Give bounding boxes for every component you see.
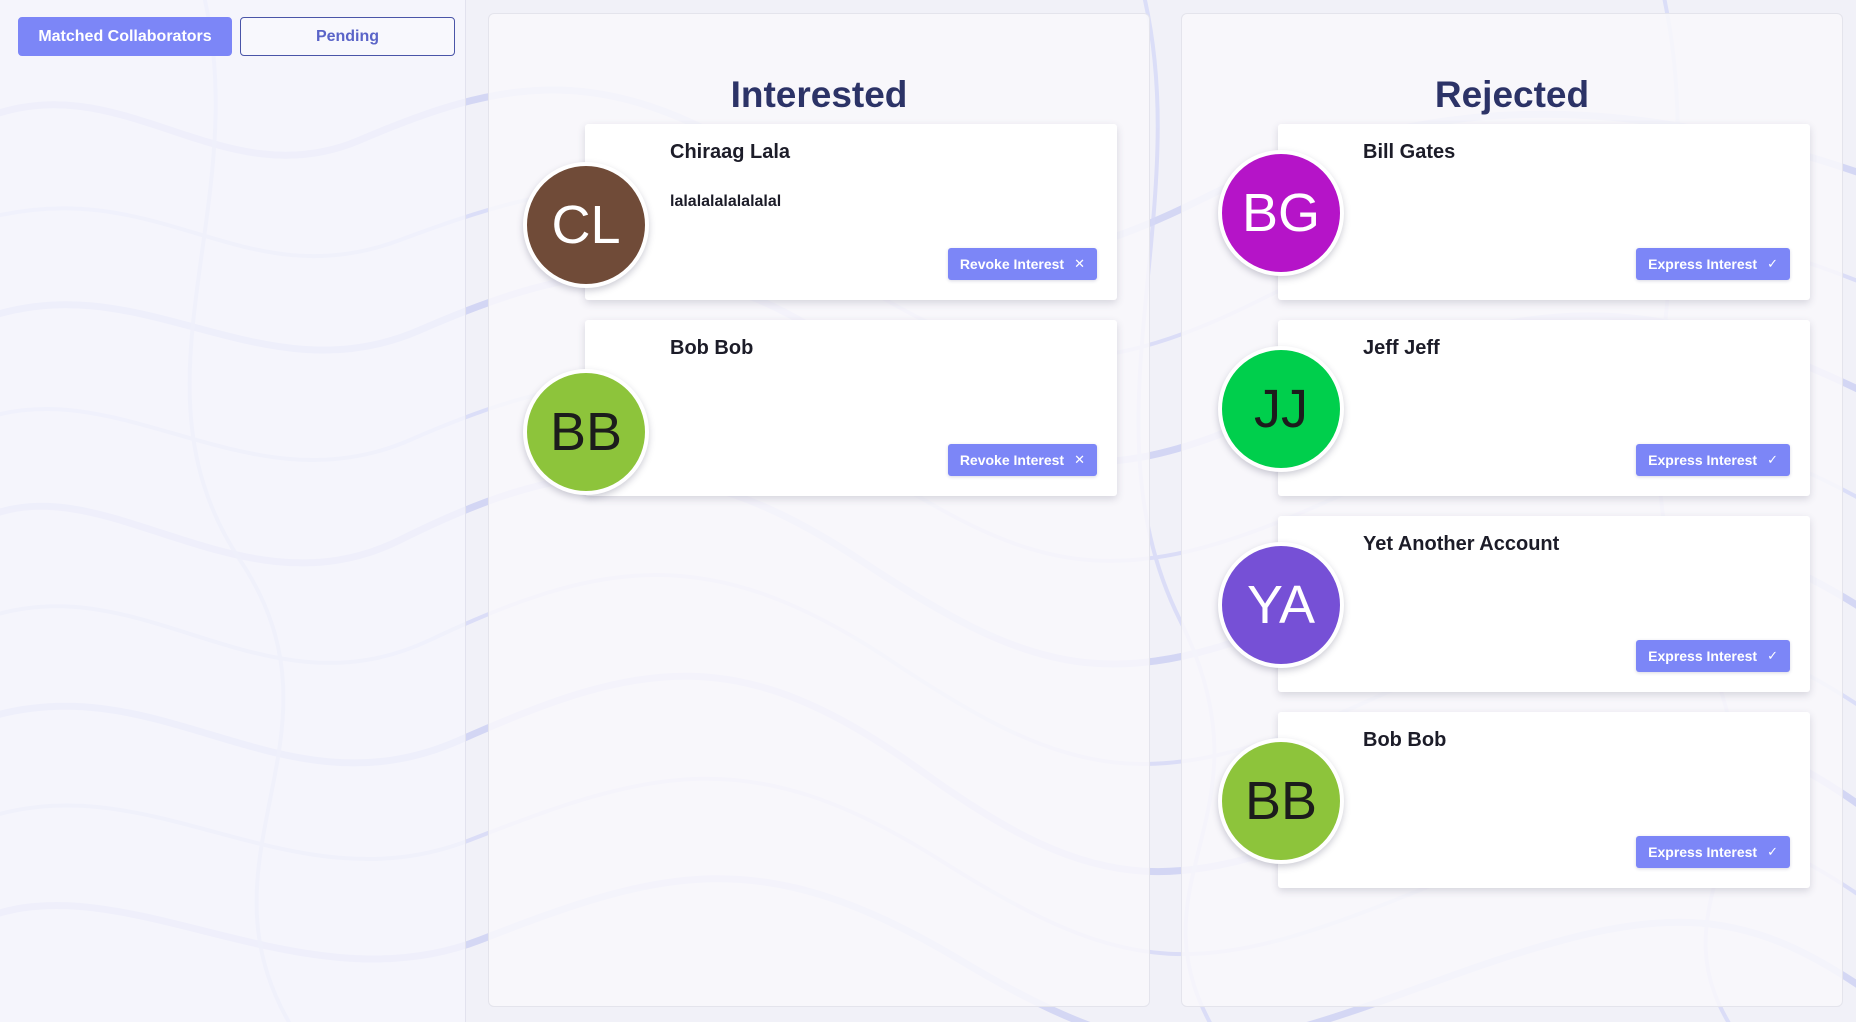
interested-column: Interested Chiraag Lala lalalalalalalala…: [488, 13, 1150, 1007]
collaborator-card: Chiraag Lala lalalalalalalalal Revoke In…: [585, 124, 1117, 300]
express-interest-button[interactable]: Express Interest ✓: [1636, 640, 1790, 672]
collaborator-card: Bob Bob Revoke Interest ✕: [585, 320, 1117, 496]
avatar-initials: YA: [1246, 575, 1316, 635]
collaborator-name: Chiraag Lala: [670, 141, 791, 163]
revoke-interest-label: Revoke Interest: [959, 256, 1065, 272]
express-interest-button[interactable]: Express Interest ✓: [1636, 836, 1790, 868]
avatar: BB: [523, 369, 649, 495]
rejected-column: Rejected Bill Gates Express Interest ✓ B…: [1181, 13, 1843, 1007]
express-interest-label: Express Interest: [1648, 648, 1758, 664]
avatar-initials: CL: [551, 195, 621, 255]
rejected-title: Rejected: [1434, 74, 1590, 115]
collaborator-card: Yet Another Account Express Interest ✓: [1278, 516, 1810, 692]
avatar: BG: [1218, 150, 1344, 276]
avatar-initials: BG: [1241, 183, 1321, 243]
collaborator-name: Bob Bob: [670, 337, 754, 359]
check-icon: ✓: [1767, 256, 1778, 271]
revoke-interest-button[interactable]: Revoke Interest ✕: [947, 248, 1097, 280]
express-interest-label: Express Interest: [1648, 452, 1758, 468]
collaborator-description: lalalalalalalalal: [670, 193, 782, 210]
check-icon: ✓: [1767, 648, 1778, 663]
sidebar: Matched Collaborators Pending: [0, 0, 466, 1022]
pending-tab[interactable]: Pending: [240, 17, 455, 56]
avatar: JJ: [1218, 346, 1344, 472]
interested-title: Interested: [730, 74, 908, 115]
avatar-initials: BB: [1244, 771, 1318, 831]
revoke-interest-button[interactable]: Revoke Interest ✕: [947, 444, 1097, 476]
avatar: CL: [523, 162, 649, 288]
avatar: YA: [1218, 542, 1344, 668]
collaborator-card: Jeff Jeff Express Interest ✓: [1278, 320, 1810, 496]
avatar-initials: BB: [549, 402, 623, 462]
collaborator-card: Bill Gates Express Interest ✓: [1278, 124, 1810, 300]
check-icon: ✓: [1767, 452, 1778, 467]
collaborator-name: Bob Bob: [1363, 729, 1447, 751]
revoke-interest-label: Revoke Interest: [959, 452, 1065, 468]
collaborator-card: Bob Bob Express Interest ✓: [1278, 712, 1810, 888]
express-interest-button[interactable]: Express Interest ✓: [1636, 248, 1790, 280]
avatar: BB: [1218, 738, 1344, 864]
express-interest-label: Express Interest: [1648, 844, 1758, 860]
collaborator-name: Bill Gates: [1363, 141, 1456, 163]
express-interest-label: Express Interest: [1648, 256, 1758, 272]
express-interest-button[interactable]: Express Interest ✓: [1636, 444, 1790, 476]
matched-collaborators-tab[interactable]: Matched Collaborators: [18, 17, 232, 56]
avatar-initials: JJ: [1254, 379, 1308, 439]
close-icon: ✕: [1074, 452, 1085, 467]
collaborator-name: Jeff Jeff: [1363, 337, 1440, 359]
collaborator-name: Yet Another Account: [1363, 533, 1560, 555]
close-icon: ✕: [1074, 256, 1085, 271]
check-icon: ✓: [1767, 844, 1778, 859]
